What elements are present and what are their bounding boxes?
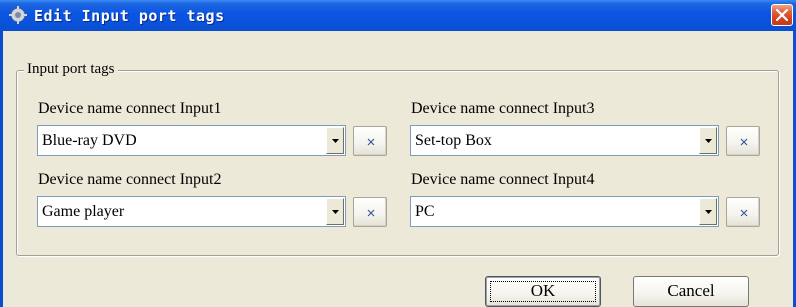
input1-dropdown-button[interactable] [326,127,344,154]
input4-clear-button[interactable] [726,197,760,227]
cancel-label: Cancel [667,281,715,300]
input4-value: PC [415,203,435,220]
clear-x-icon [367,138,375,146]
chevron-down-icon [705,210,712,214]
input2-clear-button[interactable] [353,197,387,227]
clear-x-icon [740,209,748,217]
input4-label: Device name connect Input4 [411,171,595,188]
input3-dropdown-button[interactable] [699,127,717,154]
chevron-down-icon [705,139,712,143]
input1-value: Blue-ray DVD [42,132,137,149]
input4-combo[interactable]: PC [410,196,719,227]
dialog-title: Edit Input port tags [34,7,225,25]
window-border-left [0,31,3,307]
input3-label: Device name connect Input3 [411,100,595,117]
clear-x-icon [740,138,748,146]
group-title: Input port tags [24,60,118,78]
gear-icon [9,6,27,24]
input2-label: Device name connect Input2 [38,171,222,188]
close-icon [776,9,788,21]
ok-button[interactable]: OK [485,276,601,307]
input1-label: Device name connect Input1 [38,100,222,117]
input2-dropdown-button[interactable] [326,198,344,225]
input1-clear-button[interactable] [353,126,387,156]
edit-input-port-tags-dialog: Edit Input port tags Input port tags Dev… [0,0,796,307]
input3-value: Set-top Box [415,132,492,149]
input4-dropdown-button[interactable] [699,198,717,225]
title-bar[interactable]: Edit Input port tags [0,0,796,31]
input3-combo[interactable]: Set-top Box [410,125,719,156]
chevron-down-icon [332,139,339,143]
close-button[interactable] [771,4,793,26]
focus-ring [490,281,596,302]
cancel-button[interactable]: Cancel [633,276,749,307]
input2-value: Game player [42,203,125,220]
input2-combo[interactable]: Game player [37,196,346,227]
input-port-tags-group [16,70,779,256]
input3-clear-button[interactable] [726,126,760,156]
input1-combo[interactable]: Blue-ray DVD [37,125,346,156]
chevron-down-icon [332,210,339,214]
clear-x-icon [367,209,375,217]
